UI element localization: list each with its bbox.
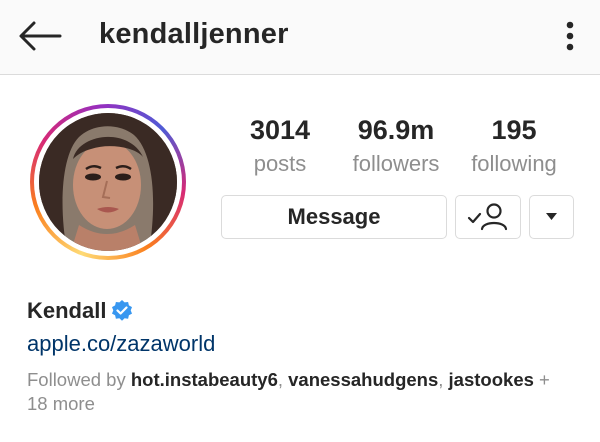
following-count: 195: [491, 115, 537, 145]
separator-1: ,: [277, 369, 283, 390]
suggestions-dropdown-button[interactable]: [529, 195, 574, 239]
followed-by-prefix: Followed by: [27, 369, 126, 390]
separator-2: ,: [438, 369, 444, 390]
posts-count: 3014: [249, 115, 311, 145]
profile-photo: [39, 113, 177, 251]
vertical-dots-icon: [566, 21, 574, 51]
message-button-label: Message: [287, 204, 381, 229]
story-ring[interactable]: [30, 104, 186, 260]
following-label: following: [471, 151, 557, 176]
verified-badge-icon: [112, 300, 132, 321]
following-stat[interactable]: 195 following: [462, 114, 566, 178]
followers-count: 96.9m: [357, 115, 435, 145]
following-status-button[interactable]: [455, 195, 521, 239]
caret-down-icon: [546, 213, 557, 220]
message-button[interactable]: Message: [221, 195, 447, 239]
mutual-follower-2[interactable]: vanessahudgens: [288, 369, 438, 390]
posts-label: posts: [253, 151, 307, 176]
back-button[interactable]: [14, 18, 64, 54]
bio-link[interactable]: apple.co/zazaworld: [27, 331, 215, 357]
followers-stat[interactable]: 96.9m followers: [344, 114, 448, 178]
arrow-left-icon: [19, 21, 62, 51]
avatar-border: [34, 108, 182, 256]
followers-label: followers: [352, 151, 440, 176]
followed-by-text: Followed by hot.instabeauty6, vanessahud…: [27, 368, 572, 416]
top-bar: kendalljenner: [0, 0, 600, 75]
mutual-follower-1[interactable]: hot.instabeauty6: [131, 369, 278, 390]
person-check-icon: [467, 203, 508, 231]
profile-username: kendalljenner: [99, 18, 289, 50]
profile-display-name: Kendall: [27, 298, 107, 323]
mutual-follower-3[interactable]: jastookes: [449, 369, 534, 390]
avatar[interactable]: [39, 113, 177, 251]
posts-stat[interactable]: 3014 posts: [238, 114, 322, 178]
more-options-button[interactable]: [556, 16, 584, 56]
